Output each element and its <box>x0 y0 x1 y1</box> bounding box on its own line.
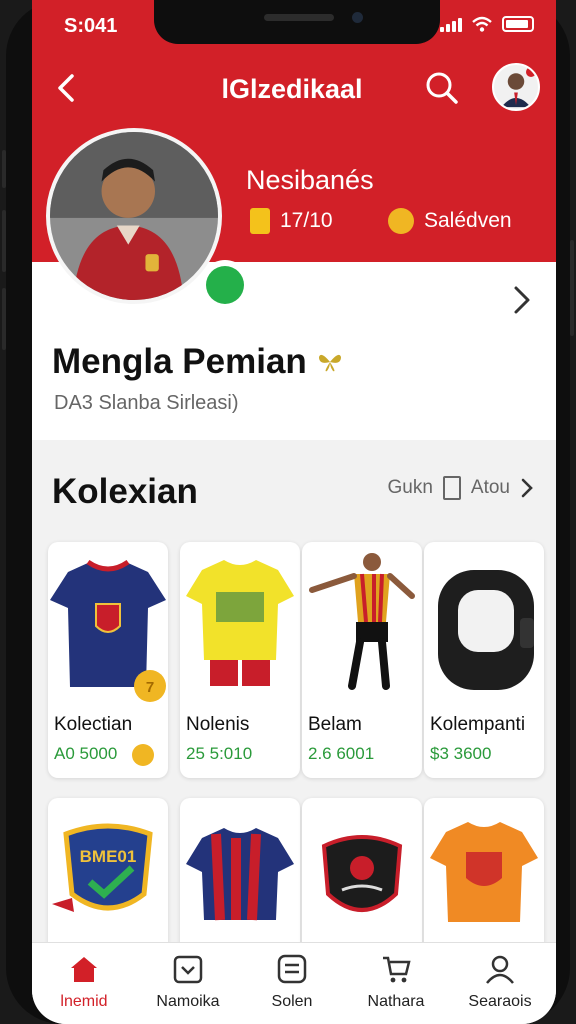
butterfly-icon <box>318 354 341 372</box>
document-icon <box>442 476 461 500</box>
collection-card[interactable]: 7 Kolectian A0 5000 <box>48 542 168 778</box>
stat-rank-value: 17/10 <box>280 209 333 232</box>
card-price: 2.6 6001 <box>308 744 375 763</box>
earpiece <box>264 14 334 21</box>
card-name: Kolempanti <box>430 714 526 735</box>
user-avatar[interactable] <box>492 63 540 111</box>
profile-photo[interactable] <box>46 128 222 304</box>
nav-label: Solen <box>271 993 313 1010</box>
nav-profile[interactable]: Searaois <box>448 943 552 1024</box>
see-all-text-a: Gukn <box>387 477 433 498</box>
black-crest-image <box>321 835 403 912</box>
collection-card[interactable]: Nolenis 25 5:010 <box>180 542 300 778</box>
badge-text: BME01 <box>80 847 137 866</box>
wifi-icon <box>472 16 492 32</box>
stat-rank: 17/10 <box>250 208 333 234</box>
nav-list[interactable]: Solen <box>240 943 344 1024</box>
volume-up-button <box>2 210 6 272</box>
coin-icon <box>388 208 414 234</box>
collection-card[interactable]: BME01 <box>48 798 168 958</box>
user-icon <box>486 955 514 984</box>
mute-switch <box>2 150 6 188</box>
stat-coins: Salédven <box>388 208 512 234</box>
collection-title: Kolexian <box>52 472 198 511</box>
power-button <box>570 240 574 336</box>
back-button[interactable] <box>52 70 82 106</box>
collection-card[interactable]: Kolempanti $3 3600 <box>424 542 544 778</box>
online-status-badge <box>200 260 250 310</box>
nav-label: Searaois <box>468 993 532 1010</box>
card-price: $3 3600 <box>430 744 492 763</box>
nav-cart[interactable]: Nathara <box>344 943 448 1024</box>
notification-dot <box>526 67 536 77</box>
nav-calendar[interactable]: Namoika <box>136 943 240 1024</box>
calendar-icon <box>173 955 203 984</box>
card-price: A0 5000 <box>54 744 118 763</box>
collection-card[interactable] <box>424 798 544 958</box>
nav-label: lnemid <box>60 993 108 1010</box>
section-title: Mengla Pemian <box>52 342 343 382</box>
section-subtitle: DA3 Slanba Sirleasi) <box>54 392 239 414</box>
status-time: S:041 <box>64 15 118 37</box>
phone-frame: S:041 lGlzedikaal Nesibanés 17/10 Salédv… <box>2 0 574 1024</box>
badge-shield-image: BME01 <box>52 823 153 912</box>
svg-text:7: 7 <box>146 679 154 696</box>
section-title-text: Mengla Pemian <box>52 342 307 381</box>
card-name: Belam <box>308 714 362 735</box>
search-button[interactable] <box>424 70 460 106</box>
player-portrait <box>50 132 218 300</box>
collection-card[interactable] <box>302 798 422 958</box>
profile-chevron-button[interactable] <box>510 284 534 316</box>
player-figure-image <box>309 553 415 690</box>
chevron-right-icon <box>521 478 533 498</box>
status-icons <box>440 16 534 32</box>
battery-icon <box>502 16 534 32</box>
see-all-text-b: Atou <box>470 477 510 498</box>
card-price: 25 5:010 <box>186 744 253 763</box>
list-icon <box>277 954 307 984</box>
profile-name: Nesibanés <box>246 165 374 195</box>
jersey-yellow-image <box>186 560 294 686</box>
cart-icon <box>383 956 411 983</box>
nav-label: Namoika <box>156 993 220 1010</box>
volume-down-button <box>2 288 6 350</box>
bottom-nav: lnemid Namoika Solen Nathara Searaois <box>32 942 556 1024</box>
jersey-orange-image <box>430 822 538 922</box>
card-name: Nolenis <box>186 714 250 735</box>
coin-icon <box>132 744 154 766</box>
jersey-navy-image: 7 <box>50 559 166 702</box>
app-screen: S:041 lGlzedikaal Nesibanés 17/10 Salédv… <box>32 0 556 1024</box>
page-title: lGlzedikaal <box>221 74 363 104</box>
ticket-icon <box>250 208 270 234</box>
collection-card[interactable]: Belam 2.6 6001 <box>302 542 422 778</box>
signal-icon <box>440 16 462 32</box>
notch <box>154 0 440 44</box>
stat-coins-value: Salédven <box>424 209 512 232</box>
collection-card[interactable] <box>180 798 300 958</box>
black-band-image <box>438 570 534 690</box>
home-icon <box>71 957 97 982</box>
nav-home[interactable]: lnemid <box>32 943 136 1024</box>
see-all-link[interactable]: Gukn Atou <box>387 476 534 500</box>
card-name: Kolectian <box>54 714 133 735</box>
front-camera <box>352 12 363 23</box>
jersey-red-navy-image <box>186 828 294 921</box>
nav-label: Nathara <box>367 993 425 1010</box>
chat-icon <box>206 266 244 304</box>
